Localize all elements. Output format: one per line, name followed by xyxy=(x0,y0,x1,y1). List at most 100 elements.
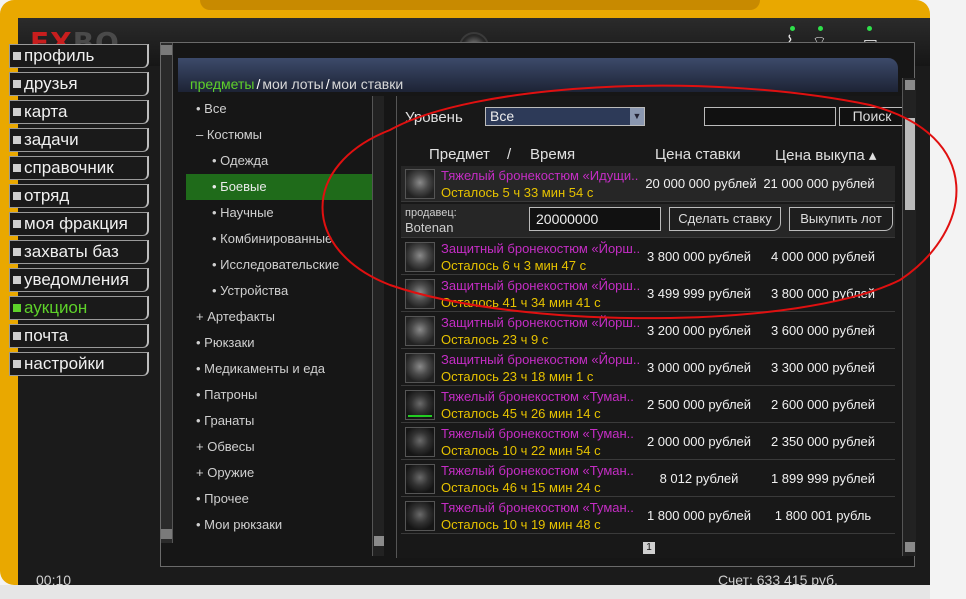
category-scrollbar[interactable] xyxy=(372,96,384,556)
seller-row: продавец: Botenan 20000000 Сделать ставк… xyxy=(401,204,895,238)
category-item[interactable]: + Оружие xyxy=(186,460,382,486)
menu-item-mail[interactable]: почта xyxy=(9,324,149,348)
bid-input[interactable]: 20000000 xyxy=(529,207,661,231)
category-item[interactable]: • Исследовательские xyxy=(186,252,382,278)
category-item[interactable]: • Медикаменты и еда xyxy=(186,356,382,382)
menu-item-label: почта xyxy=(24,326,69,345)
square-bullet-icon xyxy=(13,80,21,88)
lot-bid: 20 000 000 рублей xyxy=(645,176,757,191)
menu-item-map[interactable]: карта xyxy=(9,100,149,124)
item-thumbnail xyxy=(405,427,435,457)
table-row[interactable]: Тяжелый бронекостюм «Туман.. Осталось 46 … xyxy=(401,461,895,497)
item-thumbnail xyxy=(405,390,435,420)
square-bullet-icon xyxy=(13,164,21,172)
category-item[interactable]: • Прочее xyxy=(186,486,382,512)
category-item[interactable]: • Рюкзаки xyxy=(186,330,382,356)
category-item[interactable]: • Научные xyxy=(186,200,382,226)
lot-name: Тяжелый бронекостюм «Туман.. xyxy=(441,426,634,441)
scroll-up-arrow[interactable] xyxy=(161,45,172,55)
menu-item-reference[interactable]: справочник xyxy=(9,156,149,180)
square-bullet-icon xyxy=(13,332,21,340)
chevron-down-icon[interactable]: ▼ xyxy=(630,108,644,125)
column-bid[interactable]: Цена ставки xyxy=(655,146,741,163)
category-item[interactable]: • Одежда xyxy=(186,148,382,174)
table-row[interactable]: Тяжелый бронекостюм «Туман.. Осталось 45 … xyxy=(401,387,895,423)
menu-item-profile[interactable]: профиль xyxy=(9,44,149,68)
selected-lot-row[interactable]: Тяжелый бронекостюм «Идущи.. Осталось 5 … xyxy=(401,166,895,202)
lot-name: Защитный бронекостюм «Йорш.. xyxy=(441,278,641,293)
menu-item-settings[interactable]: настройки xyxy=(9,352,149,376)
table-row[interactable]: Тяжелый бронекостюм «Туман.. Осталось 10 … xyxy=(401,424,895,460)
category-item[interactable]: • Мои рюкзаки xyxy=(186,512,382,538)
scroll-down-arrow[interactable] xyxy=(161,529,172,539)
tab-my-lots[interactable]: мои лоты xyxy=(262,76,323,92)
table-row[interactable]: Защитный бронекостюм «Йорш.. Осталось 23 … xyxy=(401,313,895,349)
buyout-button[interactable]: Выкупить лот xyxy=(789,207,893,231)
lots-scrollbar[interactable] xyxy=(902,78,916,556)
table-header: Предмет / Время Цена ставки Цена выкупа … xyxy=(397,144,895,166)
page-number[interactable]: 1 xyxy=(643,542,655,554)
square-bullet-icon xyxy=(13,108,21,116)
menu-item-faction[interactable]: моя фракция xyxy=(9,212,149,236)
menu-item-label: настройки xyxy=(24,354,105,373)
lot-buyout: 21 000 000 рублей xyxy=(763,176,875,191)
category-item[interactable]: • Все xyxy=(186,96,382,122)
category-item[interactable]: • Боевые xyxy=(186,174,382,200)
column-time[interactable]: Время xyxy=(530,146,575,163)
auction-tabs: предметы / мои лоты / мои ставки xyxy=(190,76,403,92)
menu-item-friends[interactable]: друзья xyxy=(9,72,149,96)
level-select[interactable]: Все ▼ xyxy=(485,107,645,126)
table-row[interactable]: Защитный бронекостюм «Йорш.. Осталось 6 ч… xyxy=(401,239,895,275)
lot-buyout: 2 350 000 рублей xyxy=(770,434,876,449)
lot-buyout: 1 899 999 рублей xyxy=(770,471,876,486)
lot-buyout: 2 600 000 рублей xyxy=(770,397,876,412)
lot-name: Защитный бронекостюм «Йорш.. xyxy=(441,315,641,330)
menu-item-tasks[interactable]: задачи xyxy=(9,128,149,152)
menu-item-auction[interactable]: аукцион xyxy=(9,296,149,320)
tab-items[interactable]: предметы xyxy=(190,76,254,92)
lot-bid: 3 200 000 рублей xyxy=(646,323,752,338)
table-row[interactable]: Защитный бронекостюм «Йорш.. Осталось 41 … xyxy=(401,276,895,312)
table-row[interactable]: Защитный бронекостюм «Йорш.. Осталось 23 … xyxy=(401,350,895,386)
square-bullet-icon xyxy=(13,220,21,228)
scroll-down-arrow[interactable] xyxy=(905,542,915,552)
scroll-up-arrow[interactable] xyxy=(905,80,915,90)
item-thumbnail xyxy=(405,242,435,272)
category-list: • Все – Костюмы • Одежда • Боевые • Научные •… xyxy=(186,96,382,556)
lot-bid: 8 012 рублей xyxy=(659,471,739,486)
lot-name: Тяжелый бронекостюм «Туман.. xyxy=(441,389,634,404)
lot-time: Осталось 45 ч 26 мин 14 с xyxy=(441,406,601,421)
category-item[interactable]: – Костюмы xyxy=(186,122,382,148)
table-row[interactable]: Тяжелый бронекостюм «Туман.. Осталось 10 … xyxy=(401,498,895,534)
level-label: Уровень xyxy=(405,109,463,126)
category-item[interactable]: + Обвесы xyxy=(186,434,382,460)
menu-item-base-captures[interactable]: захваты баз xyxy=(9,240,149,264)
lot-buyout: 3 300 000 рублей xyxy=(770,360,876,375)
tab-my-bids[interactable]: мои ставки xyxy=(332,76,404,92)
menu-item-squad[interactable]: отряд xyxy=(9,184,149,208)
category-item[interactable]: • Патроны xyxy=(186,382,382,408)
lot-bid: 2 500 000 рублей xyxy=(646,397,752,412)
scroll-down-arrow[interactable] xyxy=(374,536,384,546)
search-button[interactable]: Поиск xyxy=(839,107,905,126)
square-bullet-icon xyxy=(13,136,21,144)
column-item[interactable]: Предмет xyxy=(429,146,490,163)
lot-time: Осталось 23 ч 9 с xyxy=(441,332,549,347)
category-item[interactable]: • Комбинированные xyxy=(186,226,382,252)
column-buyout[interactable]: Цена выкупа ▴ xyxy=(775,146,876,164)
place-bid-button[interactable]: Сделать ставку xyxy=(669,207,781,231)
lot-bid: 3 000 000 рублей xyxy=(646,360,752,375)
menu-item-label: профиль xyxy=(24,46,95,65)
search-input[interactable] xyxy=(704,107,836,126)
scroll-thumb[interactable] xyxy=(905,118,915,210)
category-item[interactable]: • Устройства xyxy=(186,278,382,304)
lot-time: Осталось 41 ч 34 мин 41 с xyxy=(441,295,601,310)
menu-scrollbar[interactable] xyxy=(161,43,173,543)
lot-name: Тяжелый бронекостюм «Туман.. xyxy=(441,500,634,515)
menu-item-label: карта xyxy=(24,102,68,121)
item-thumbnail xyxy=(405,353,435,383)
category-item[interactable]: • Гранаты xyxy=(186,408,382,434)
menu-item-label: справочник xyxy=(24,158,114,177)
category-item[interactable]: + Артефакты xyxy=(186,304,382,330)
menu-item-notifications[interactable]: уведомления xyxy=(9,268,149,292)
